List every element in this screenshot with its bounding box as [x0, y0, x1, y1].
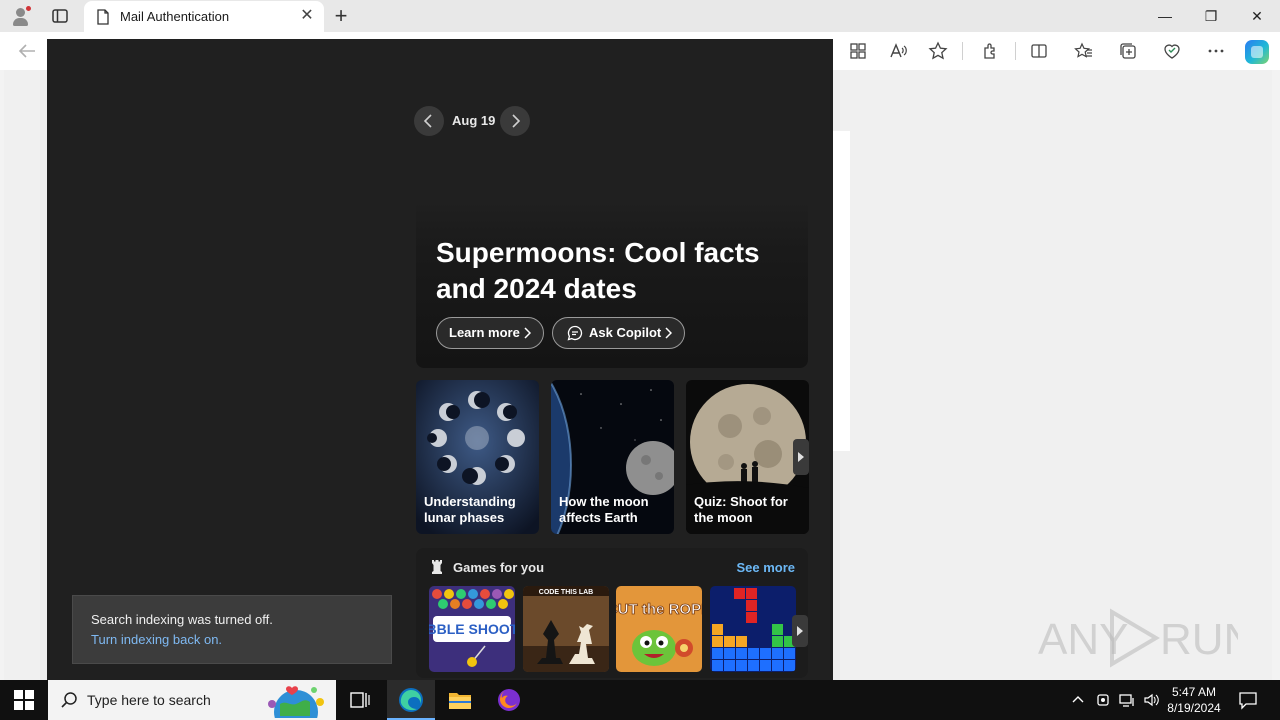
page-white-panel: [832, 131, 850, 451]
chevron-right-icon: [524, 327, 531, 339]
bubble-shooter-art: BUBBLE SHOOTER: [429, 586, 515, 672]
hero-title: Supermoons: Cool facts and 2024 dates: [436, 237, 760, 304]
card-label: How the moon affects Earth: [559, 494, 649, 525]
edge-browser-icon: [399, 688, 423, 712]
game-art-text: CODE THIS LAB: [539, 589, 593, 596]
more-options-icon[interactable]: [1206, 41, 1226, 61]
page-icon: [97, 9, 109, 25]
games-title: Games for you: [453, 560, 545, 575]
read-aloud-icon[interactable]: [888, 41, 908, 61]
browser-tab-strip: Mail Authentication ✕ + — ❐ ✕: [0, 0, 1280, 32]
svg-text:RUN: RUN: [1160, 615, 1238, 664]
date-label: Aug 19: [452, 113, 496, 128]
browser-essentials-icon[interactable]: [1162, 41, 1182, 61]
cut-the-rope-art: CUT the ROPE: [616, 586, 702, 672]
cards-next-arrow-icon[interactable]: [793, 439, 809, 475]
profile-avatar-icon[interactable]: [10, 5, 32, 27]
games-header: Games for you: [429, 559, 544, 579]
chess-art: CODE THIS LAB: [523, 586, 609, 672]
next-day-button[interactable]: [500, 106, 530, 136]
clock-date: 8/19/2024: [1167, 701, 1221, 715]
anyrun-watermark: ANY RUN: [1038, 608, 1238, 668]
action-center-icon[interactable]: [1238, 690, 1258, 710]
favorite-star-icon[interactable]: [928, 41, 948, 61]
card-lunar-phases[interactable]: Understanding lunar phases: [416, 380, 539, 534]
game-art-text: CUT the ROPE: [616, 601, 702, 618]
game-tile-chess[interactable]: CODE THIS LAB: [523, 586, 609, 672]
games-next-arrow-icon[interactable]: [792, 615, 808, 647]
bing-daily-flyout: Aug 19 Supermoons: Cool facts and 2024 d…: [47, 39, 833, 680]
window-close-icon[interactable]: ✕: [1234, 0, 1280, 32]
task-view-button[interactable]: [336, 680, 384, 720]
copilot-icon[interactable]: [1245, 40, 1269, 64]
volume-icon[interactable]: [1143, 692, 1159, 708]
browser-tab-active[interactable]: Mail Authentication ✕: [84, 1, 324, 32]
ask-copilot-label: Ask Copilot: [589, 325, 662, 340]
show-hidden-icons-chevron-icon[interactable]: [1070, 692, 1086, 708]
game-tile-block-puzzle[interactable]: [710, 586, 796, 672]
card-quiz-moon[interactable]: Quiz: Shoot for the moon: [686, 380, 809, 534]
new-tab-icon[interactable]: +: [330, 5, 352, 27]
windows-taskbar: Type here to search 5:47 AM 8/19/2024: [0, 680, 1280, 720]
search-indexing-toast: Search indexing was turned off. Turn ind…: [72, 595, 392, 664]
game-tile-bubble-shooter[interactable]: BUBBLE SHOOTER: [429, 586, 515, 672]
windows-start-icon[interactable]: [14, 690, 34, 710]
card-label: Understanding lunar phases: [424, 494, 516, 525]
learn-more-label: Learn more: [449, 325, 520, 340]
tab-title: Mail Authentication: [120, 9, 230, 24]
chevron-right-icon: [665, 327, 672, 339]
firefox-icon: [498, 689, 520, 711]
minimize-icon[interactable]: —: [1142, 0, 1188, 32]
task-view-icon: [350, 692, 370, 708]
ask-copilot-button[interactable]: Ask Copilot: [552, 317, 685, 349]
extensions-icon[interactable]: [981, 41, 1001, 61]
clock-time: 5:47 AM: [1171, 685, 1217, 699]
toast-message: Search indexing was turned off.: [91, 612, 273, 627]
game-tile-cut-the-rope[interactable]: CUT the ROPE: [616, 586, 702, 672]
related-cards: Understanding lunar phases How the moon …: [416, 380, 810, 534]
toolbar-divider: [1015, 42, 1016, 60]
back-arrow-icon[interactable]: [16, 40, 38, 62]
see-more-link[interactable]: See more: [736, 560, 795, 575]
split-screen-icon[interactable]: [1029, 41, 1049, 61]
svg-text:ANY: ANY: [1038, 615, 1128, 664]
taskbar-edge-app[interactable]: [387, 680, 435, 720]
date-navigator: Aug 19: [414, 106, 544, 136]
learn-more-button[interactable]: Learn more: [436, 317, 544, 349]
taskbar-search-box[interactable]: Type here to search: [48, 680, 336, 720]
search-icon: [61, 692, 77, 708]
previous-day-button[interactable]: [414, 106, 444, 136]
network-icon[interactable]: [1119, 692, 1135, 708]
restore-icon[interactable]: ❐: [1188, 0, 1234, 32]
turn-indexing-on-link[interactable]: Turn indexing back on.: [91, 632, 222, 647]
folder-icon: [449, 693, 471, 709]
games-section: Games for you See more BUBBLE SHOOTER CO…: [416, 548, 808, 678]
chess-rook-icon: [432, 560, 442, 574]
taskbar-clock[interactable]: 5:47 AM 8/19/2024: [1160, 684, 1228, 716]
taskbar-file-explorer[interactable]: [435, 680, 483, 720]
block-puzzle-art: [710, 586, 796, 672]
search-highlight-earth-icon: [268, 686, 324, 718]
card-label: Quiz: Shoot for the moon: [694, 494, 788, 525]
taskbar-firefox[interactable]: [484, 680, 532, 720]
hero-card: Supermoons: Cool facts and 2024 dates Le…: [416, 200, 808, 368]
tab-actions-icon[interactable]: [50, 6, 70, 26]
toolbar-divider: [962, 42, 963, 60]
app-available-icon[interactable]: [848, 41, 868, 61]
defender-tray-icon[interactable]: [1095, 692, 1111, 708]
close-tab-icon[interactable]: ✕: [298, 7, 316, 25]
collections-icon[interactable]: [1118, 41, 1138, 61]
card-moon-affects-earth[interactable]: How the moon affects Earth: [551, 380, 674, 534]
chat-bubble-icon: [567, 325, 583, 341]
game-art-text: BUBBLE SHOOTER: [429, 621, 515, 637]
favorites-icon[interactable]: [1074, 41, 1094, 61]
search-placeholder: Type here to search: [87, 692, 211, 708]
